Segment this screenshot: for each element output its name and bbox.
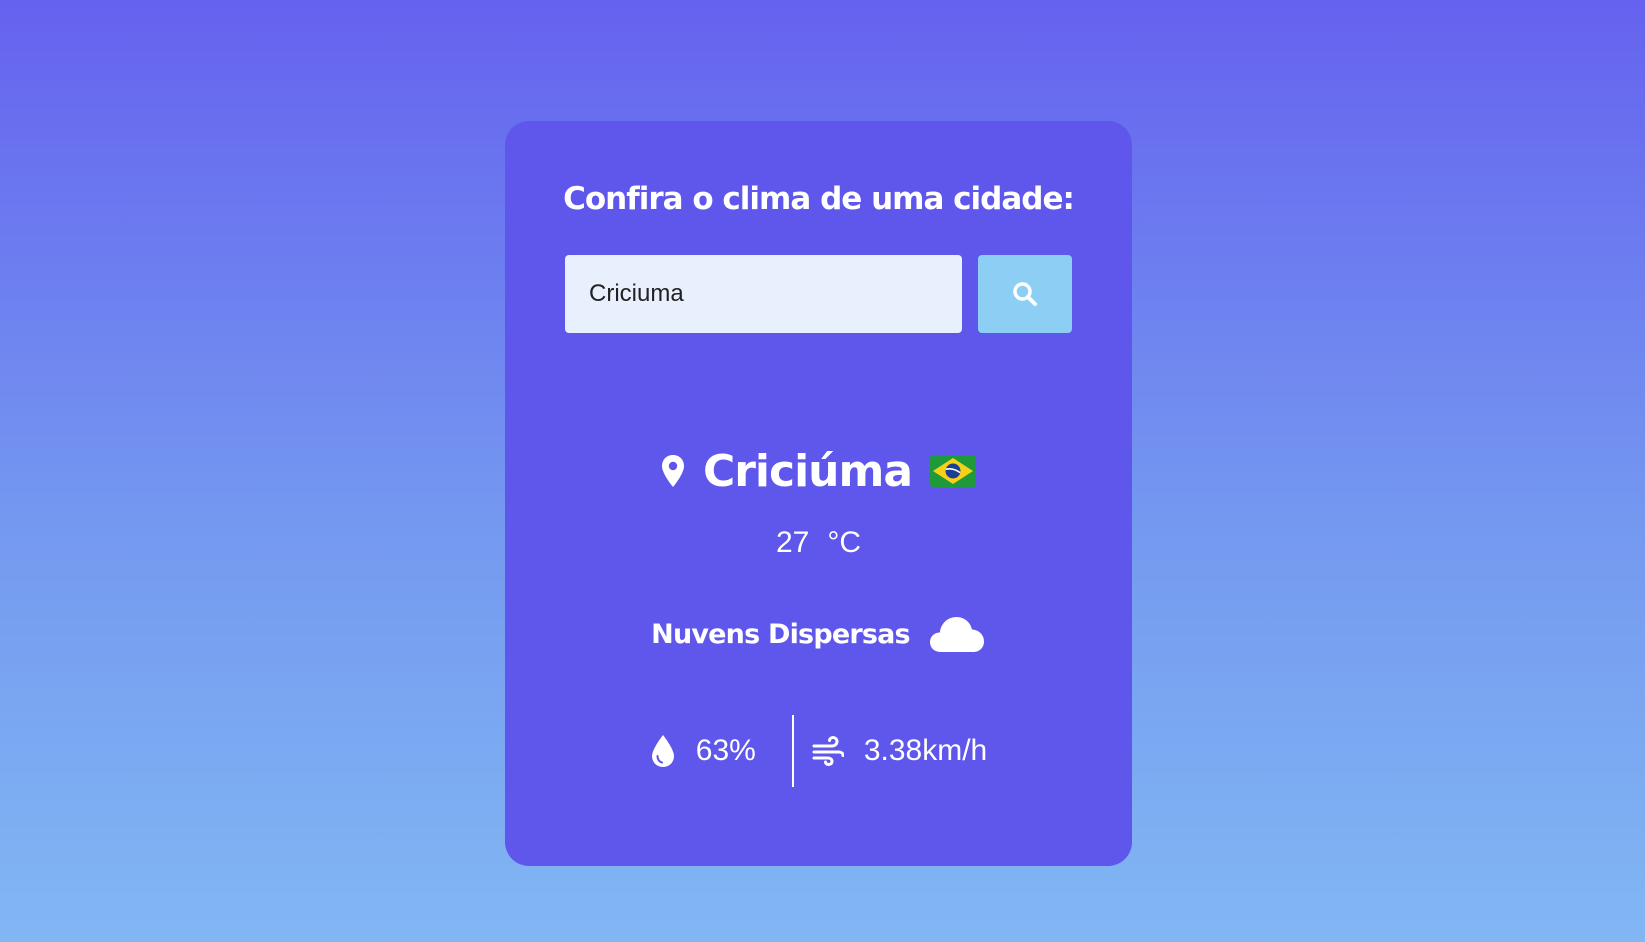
weather-card: Confira o clima de uma cidade: Criciúma …: [505, 121, 1132, 866]
humidity-value: 63%: [695, 734, 756, 767]
temperature-unit: °C: [827, 526, 862, 559]
wind-speed-value: 3.38km/h: [863, 734, 988, 767]
cloud-icon: [929, 617, 984, 652]
wind-icon: [812, 736, 844, 766]
city-name: Criciúma: [702, 445, 913, 497]
brazil-flag-icon: [930, 455, 977, 487]
wind-detail: 3.38km/h: [794, 734, 987, 768]
description-row: Nuvens Dispersas: [505, 609, 1132, 659]
search-title: Confira o clima de uma cidade:: [563, 181, 1075, 217]
details-row: 63% 3.38km/h: [505, 715, 1132, 787]
location-pin-icon: [661, 455, 684, 487]
search-icon: [1013, 282, 1037, 306]
temperature-value: 27: [775, 526, 810, 559]
city-row: Criciúma: [505, 441, 1132, 501]
humidity-detail: 63%: [650, 734, 792, 768]
weather-description: Nuvens Dispersas: [651, 618, 910, 650]
water-drop-icon: [651, 735, 674, 767]
city-search-input[interactable]: [565, 255, 962, 333]
search-row: [565, 255, 1072, 333]
search-button[interactable]: [978, 255, 1072, 333]
temperature-row: 27 °C: [505, 526, 1132, 560]
